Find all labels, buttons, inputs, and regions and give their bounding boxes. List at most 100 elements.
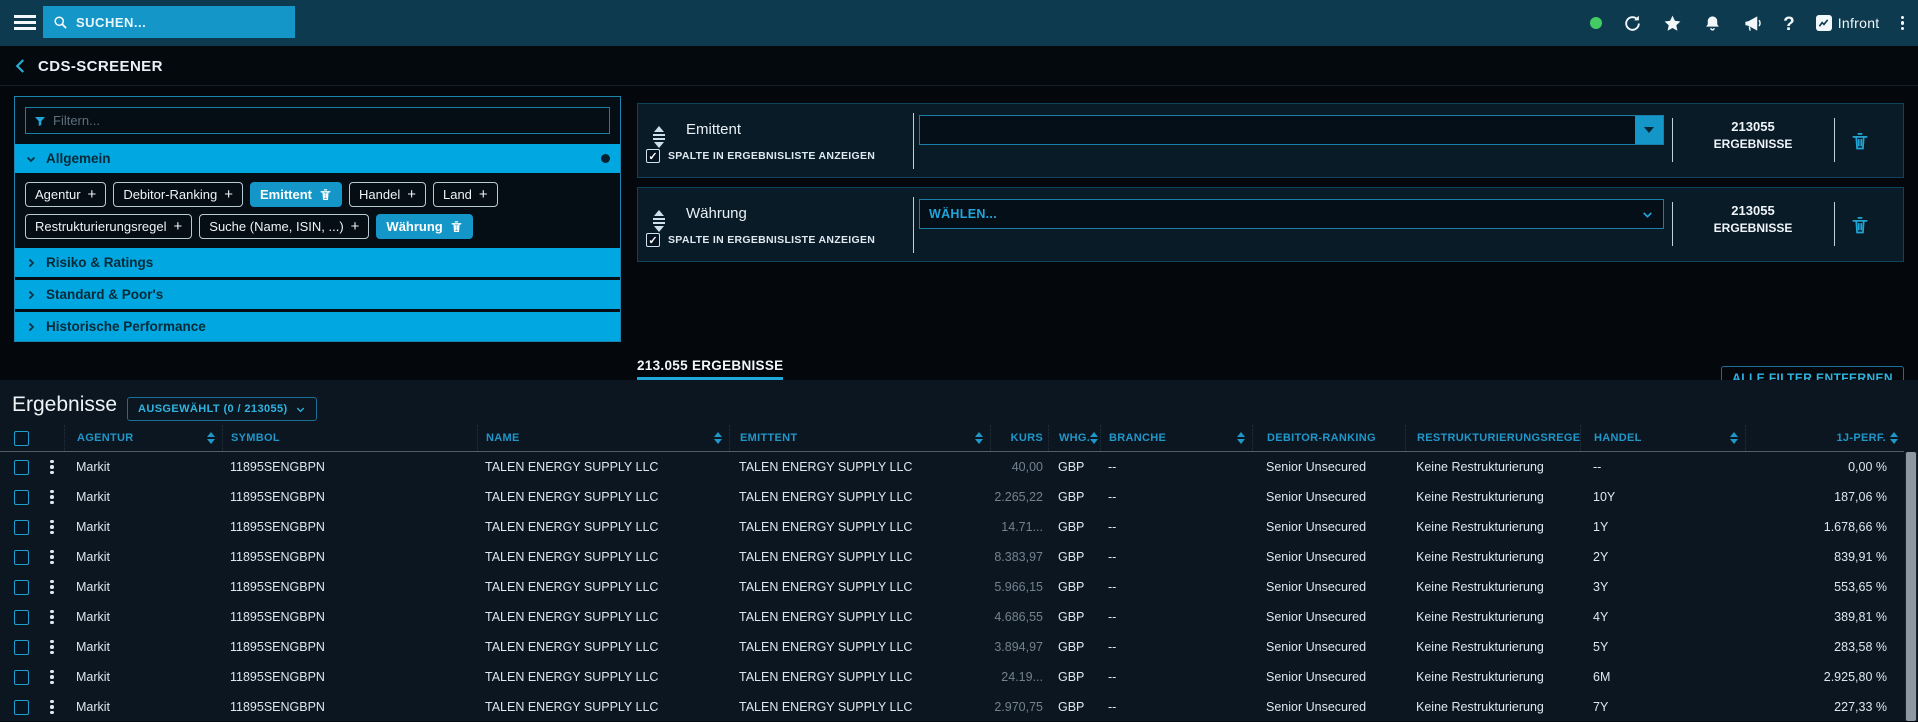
star-icon[interactable]: [1663, 14, 1682, 33]
table-row[interactable]: Markit 11895SENGBPN TALEN ENERGY SUPPLY …: [0, 542, 1904, 572]
table-row[interactable]: Markit 11895SENGBPN TALEN ENERGY SUPPLY …: [0, 452, 1904, 482]
table-row[interactable]: Markit 11895SENGBPN TALEN ENERGY SUPPLY …: [0, 692, 1904, 722]
plus-icon: +: [351, 219, 360, 234]
drag-handle-icon[interactable]: [651, 210, 667, 232]
row-checkbox[interactable]: [14, 490, 29, 505]
row-menu-icon[interactable]: [40, 512, 64, 542]
selected-count-dropdown[interactable]: AUSGEWÄHLT (0 / 213055): [127, 397, 317, 421]
table-row[interactable]: Markit 11895SENGBPN TALEN ENERGY SUPPLY …: [0, 662, 1904, 692]
row-checkbox[interactable]: [14, 610, 29, 625]
sync-icon[interactable]: [1623, 14, 1642, 33]
row-checkbox[interactable]: [14, 700, 29, 715]
sort-icon[interactable]: [1237, 432, 1245, 444]
table-row[interactable]: Markit 11895SENGBPN TALEN ENERGY SUPPLY …: [0, 632, 1904, 662]
row-menu-icon[interactable]: [40, 692, 64, 722]
infront-logo[interactable]: Infront: [1816, 15, 1880, 31]
row-menu-icon[interactable]: [40, 542, 64, 572]
waehrung-select[interactable]: WÄHLEN...: [919, 199, 1664, 229]
cell-symbol: 11895SENGBPN: [222, 602, 477, 632]
delete-filter-icon[interactable]: [1850, 214, 1870, 236]
section-historische-performance[interactable]: Historische Performance: [15, 312, 620, 341]
row-checkbox[interactable]: [14, 640, 29, 655]
section-risiko-ratings[interactable]: Risiko & Ratings: [15, 248, 620, 277]
cell-branche: --: [1100, 542, 1252, 572]
filter-search-box[interactable]: [25, 107, 610, 134]
sort-icon[interactable]: [975, 432, 983, 444]
cell-debitor-ranking: Senior Unsecured: [1252, 602, 1405, 632]
cell-handel: 6M: [1580, 662, 1745, 692]
hamburger-menu-icon[interactable]: [14, 15, 36, 31]
row-checkbox[interactable]: [14, 550, 29, 565]
filter-chip-restrukturierungsregel[interactable]: Restrukturierungsregel+: [25, 214, 192, 239]
row-menu-icon[interactable]: [40, 572, 64, 602]
row-checkbox[interactable]: [14, 670, 29, 685]
help-icon[interactable]: ?: [1783, 14, 1795, 33]
sort-icon[interactable]: [207, 432, 215, 444]
col-header-branche[interactable]: BRANCHE: [1100, 425, 1252, 451]
filter-chip-emittent[interactable]: Emittent: [250, 182, 342, 207]
col-header-1j-perf[interactable]: 1J-PERF.: [1745, 425, 1904, 451]
cell-name: TALEN ENERGY SUPPLY LLC: [477, 662, 729, 692]
col-header-agentur[interactable]: AGENTUR: [64, 425, 222, 451]
sort-icon[interactable]: [714, 432, 722, 444]
scrollbar-thumb[interactable]: [1906, 452, 1916, 721]
filter-chip-debitor-ranking[interactable]: Debitor-Ranking+: [113, 182, 243, 207]
col-header-symbol[interactable]: SYMBOL: [222, 425, 477, 451]
table-row[interactable]: Markit 11895SENGBPN TALEN ENERGY SUPPLY …: [0, 512, 1904, 542]
col-header-debitor-ranking[interactable]: DEBITOR-RANKING: [1252, 425, 1405, 451]
col-header-name[interactable]: NAME: [477, 425, 729, 451]
show-column-checkbox[interactable]: ✓: [646, 149, 660, 163]
filter-chip-w-hrung[interactable]: Währung: [376, 214, 472, 239]
row-menu-icon[interactable]: [40, 482, 64, 512]
col-header-whg[interactable]: WHG.: [1048, 425, 1100, 451]
emittent-input[interactable]: [920, 116, 1635, 144]
sort-icon[interactable]: [1890, 432, 1898, 444]
divider: [913, 197, 914, 253]
kebab-menu-icon[interactable]: [1901, 16, 1905, 31]
search-input[interactable]: [76, 15, 285, 30]
filter-chip-handel[interactable]: Handel+: [349, 182, 426, 207]
cell-name: TALEN ENERGY SUPPLY LLC: [477, 512, 729, 542]
cell-kurs: 5.966,15: [990, 572, 1048, 602]
col-header-emittent[interactable]: EMITTENT: [729, 425, 990, 451]
section-allgemein[interactable]: Allgemein: [15, 144, 620, 173]
filter-search-input[interactable]: [53, 113, 601, 128]
row-checkbox[interactable]: [14, 580, 29, 595]
row-checkbox[interactable]: [14, 460, 29, 475]
cell-name: TALEN ENERGY SUPPLY LLC: [477, 482, 729, 512]
select-all-checkbox[interactable]: [14, 431, 29, 446]
megaphone-icon[interactable]: [1743, 14, 1762, 33]
filter-chip-land[interactable]: Land+: [433, 182, 498, 207]
global-search[interactable]: [43, 6, 295, 38]
col-header-kurs[interactable]: KURS: [990, 425, 1048, 451]
row-menu-icon[interactable]: [40, 602, 64, 632]
sort-icon[interactable]: [1730, 432, 1738, 444]
dropdown-button[interactable]: [1635, 116, 1663, 144]
row-menu-icon[interactable]: [40, 632, 64, 662]
cell-name: TALEN ENERGY SUPPLY LLC: [477, 602, 729, 632]
drag-handle-icon[interactable]: [651, 126, 667, 148]
bell-icon[interactable]: [1703, 14, 1722, 33]
col-header-restrukturierungsregel[interactable]: RESTRUKTURIERUNGSREGEL: [1405, 425, 1580, 451]
delete-filter-icon[interactable]: [1850, 130, 1870, 152]
filter-chip-agentur[interactable]: Agentur+: [25, 182, 106, 207]
cell-restrukturierungsregel: Keine Restrukturierung: [1405, 662, 1580, 692]
cell-restrukturierungsregel: Keine Restrukturierung: [1405, 482, 1580, 512]
back-icon[interactable]: [12, 56, 30, 76]
filter-chip-suche-name-isin[interactable]: Suche (Name, ISIN, ...)+: [199, 214, 369, 239]
show-column-checkbox[interactable]: ✓: [646, 233, 660, 247]
row-checkbox[interactable]: [14, 520, 29, 535]
cell-1j-perf: 1.678,66 %: [1745, 512, 1904, 542]
cell-restrukturierungsregel: Keine Restrukturierung: [1405, 602, 1580, 632]
table-row[interactable]: Markit 11895SENGBPN TALEN ENERGY SUPPLY …: [0, 602, 1904, 632]
table-row[interactable]: Markit 11895SENGBPN TALEN ENERGY SUPPLY …: [0, 482, 1904, 512]
section-standard-poor-s[interactable]: Standard & Poor's: [15, 280, 620, 309]
emittent-combobox[interactable]: [919, 115, 1664, 145]
total-results-link[interactable]: 213.055 ERGEBNISSE: [637, 358, 783, 380]
col-header-handel[interactable]: HANDEL: [1580, 425, 1745, 451]
row-menu-icon[interactable]: [40, 662, 64, 692]
results-title: Ergebnisse: [12, 393, 117, 417]
sort-icon[interactable]: [1090, 432, 1098, 444]
table-row[interactable]: Markit 11895SENGBPN TALEN ENERGY SUPPLY …: [0, 572, 1904, 602]
row-menu-icon[interactable]: [40, 452, 64, 482]
